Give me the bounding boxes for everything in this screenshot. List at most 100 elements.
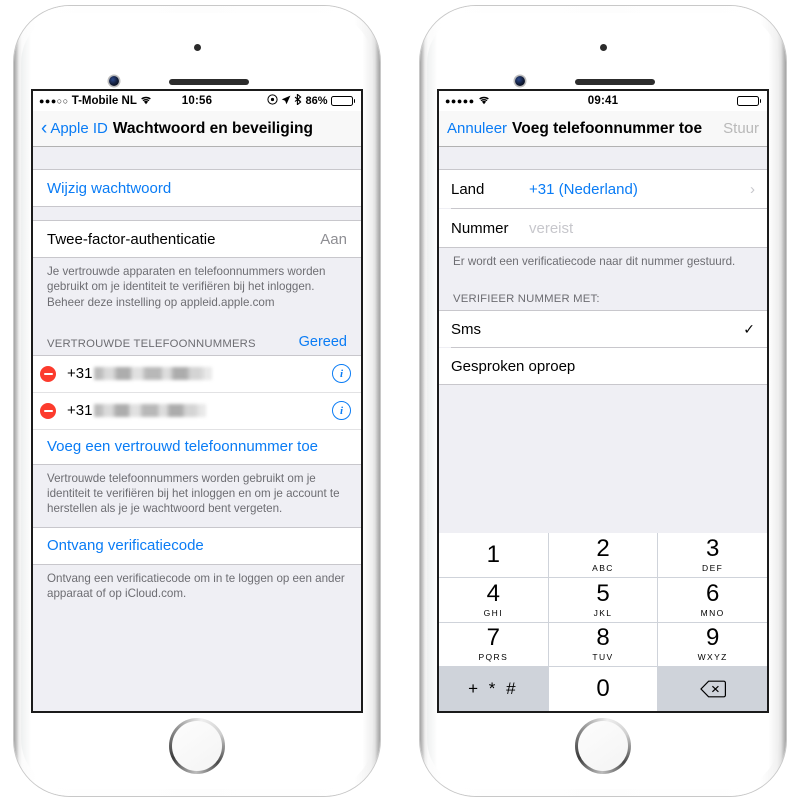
key-3[interactable]: 3 DEF	[658, 533, 767, 577]
key-9[interactable]: 9 WXYZ	[658, 622, 767, 667]
wifi-icon	[140, 95, 152, 108]
key-digit: 6	[705, 579, 720, 607]
change-password-row[interactable]: Wijzig wachtwoord	[33, 169, 361, 207]
checkmark-icon: ✓	[743, 320, 755, 337]
send-button[interactable]: Stuur	[723, 120, 759, 137]
location-arrow-icon	[281, 95, 291, 108]
key-8[interactable]: 8 TUV	[548, 622, 658, 667]
done-button[interactable]: Gereed	[299, 334, 347, 350]
key-digit: 3	[705, 534, 720, 562]
info-circle-icon[interactable]: i	[332, 364, 351, 384]
option-voice-call[interactable]: Gesproken oproep	[439, 348, 767, 385]
front-camera-icon	[515, 76, 525, 86]
two-factor-label: Twee-factor-authenticatie	[47, 230, 216, 248]
back-button[interactable]: ‹ Apple ID	[41, 119, 108, 138]
cancel-button[interactable]: Annuleer	[447, 120, 507, 137]
number-footnote: Er wordt een verificatiecode naar dit nu…	[439, 248, 767, 280]
redacted-phone-number	[94, 367, 213, 381]
proximity-sensor-icon	[193, 44, 201, 51]
verify-with-title: VERIFIEER NUMMER MET:	[453, 293, 600, 306]
number-row[interactable]: Nummer vereist	[439, 209, 767, 247]
remove-minus-icon[interactable]	[40, 365, 56, 382]
clock-label: 10:56	[181, 95, 213, 107]
key-digit: 8	[596, 624, 610, 652]
key-letters: DEF	[702, 562, 724, 573]
trusted-numbers-header: VERTROUWDE TELEFOONNUMMERS Gereed	[33, 319, 361, 355]
left-status-bar: ●●●○○ T-Mobile NL 10:56 86%	[33, 91, 361, 111]
key-digit: 1	[486, 540, 500, 568]
number-input[interactable]: vereist	[529, 220, 573, 237]
phone-prefix: +31	[67, 365, 93, 383]
chevron-left-icon: ‹	[41, 118, 48, 139]
clock-label: 09:41	[587, 95, 619, 107]
info-circle-icon[interactable]: i	[332, 401, 351, 421]
option-label: Sms	[451, 320, 481, 338]
key-symbols[interactable]: + * #	[439, 667, 548, 711]
key-digit: 9	[705, 624, 720, 652]
verification-footnote: Ontvang een verificatiecode om in te log…	[33, 564, 361, 612]
key-digit: + * #	[468, 679, 519, 699]
get-verification-code-row[interactable]: Ontvang verificatiecode	[33, 526, 361, 565]
spacer	[33, 147, 361, 169]
right-content: Land +31 (Nederland) › Nummer vereist Er…	[439, 147, 767, 711]
table-row[interactable]: +31 i	[33, 391, 361, 429]
page-title: Voeg telefoonnummer toe	[512, 119, 703, 137]
key-2[interactable]: 2 ABC	[548, 533, 658, 577]
alarm-icon	[267, 94, 279, 108]
backspace-icon	[699, 680, 726, 698]
two-factor-row[interactable]: Twee-factor-authenticatie Aan	[33, 220, 361, 258]
country-row[interactable]: Land +31 (Nederland) ›	[439, 170, 767, 208]
add-trusted-number-row[interactable]: Voeg een vertrouwd telefoonnummer toe	[33, 428, 361, 465]
key-4[interactable]: 4 GHI	[439, 577, 548, 622]
home-button[interactable]	[169, 718, 225, 774]
right-nav-bar: Annuleer Voeg telefoonnummer toe Stuur	[439, 111, 767, 147]
key-digit: 5	[596, 579, 610, 607]
two-factor-value: Aan	[320, 230, 347, 248]
change-password-label: Wijzig wachtwoord	[47, 179, 172, 197]
table-row[interactable]: +31 i	[33, 354, 361, 392]
spacer	[33, 207, 361, 220]
key-digit: 2	[596, 534, 610, 562]
page-title: Wachtwoord en beveiliging	[112, 119, 313, 137]
signal-strength-icon: ●●●●●	[445, 95, 475, 106]
option-label: Gesproken oproep	[451, 357, 576, 375]
key-digit: 7	[486, 624, 500, 652]
earpiece-speaker	[169, 79, 249, 85]
key-0[interactable]: 0	[548, 667, 658, 711]
get-verification-code-label: Ontvang verificatiecode	[47, 537, 204, 555]
key-7[interactable]: 7 PQRS	[439, 622, 548, 667]
right-phone-screen: ●●●●● 09:41 Annuleer Voeg telefoonnummer…	[439, 91, 767, 711]
key-letters: TUV	[592, 652, 614, 663]
spacer	[439, 147, 767, 169]
iphone-left-device: ●●●○○ T-Mobile NL 10:56 86% ‹ Apple ID W…	[14, 6, 380, 796]
number-label: Nummer	[451, 219, 509, 237]
two-factor-footnote: Je vertrouwde apparaten en telefoonnumme…	[33, 258, 361, 320]
remove-minus-icon[interactable]	[40, 402, 56, 419]
key-letters: WXYZ	[697, 652, 728, 663]
battery-icon	[330, 96, 356, 106]
wifi-icon	[478, 95, 490, 108]
key-5[interactable]: 5 JKL	[548, 577, 658, 622]
key-1[interactable]: 1	[439, 533, 548, 577]
left-phone-screen: ●●●○○ T-Mobile NL 10:56 86% ‹ Apple ID W…	[33, 91, 361, 711]
key-6[interactable]: 6 MNO	[658, 577, 767, 622]
bluetooth-icon	[294, 93, 302, 108]
country-label: Land	[451, 180, 485, 198]
battery-percent-label: 86%	[305, 95, 328, 107]
phone-prefix: +31	[67, 402, 93, 420]
front-camera-icon	[109, 76, 119, 86]
home-button[interactable]	[575, 718, 631, 774]
chevron-right-icon: ›	[750, 180, 755, 198]
divider	[439, 384, 767, 386]
key-letters: JKL	[593, 607, 613, 618]
numeric-keypad[interactable]: 1 2 ABC 3 DEF 4 GHI 5 JKL 6 MNO 7 PQRS 8 TUV 9 WXYZ + * #…	[439, 533, 767, 711]
signal-strength-icon: ●●●○○	[39, 95, 69, 106]
key-letters: ABC	[592, 562, 614, 573]
battery-icon	[736, 96, 762, 106]
trusted-numbers-footnote: Vertrouwde telefoonnummers worden gebrui…	[33, 464, 361, 527]
option-sms[interactable]: Sms ✓	[439, 311, 767, 348]
add-trusted-number-label: Voeg een vertrouwd telefoonnummer toe	[47, 438, 319, 456]
key-backspace-icon[interactable]	[658, 667, 767, 711]
key-letters: GHI	[483, 607, 503, 618]
country-value: +31 (Nederland)	[529, 180, 638, 198]
